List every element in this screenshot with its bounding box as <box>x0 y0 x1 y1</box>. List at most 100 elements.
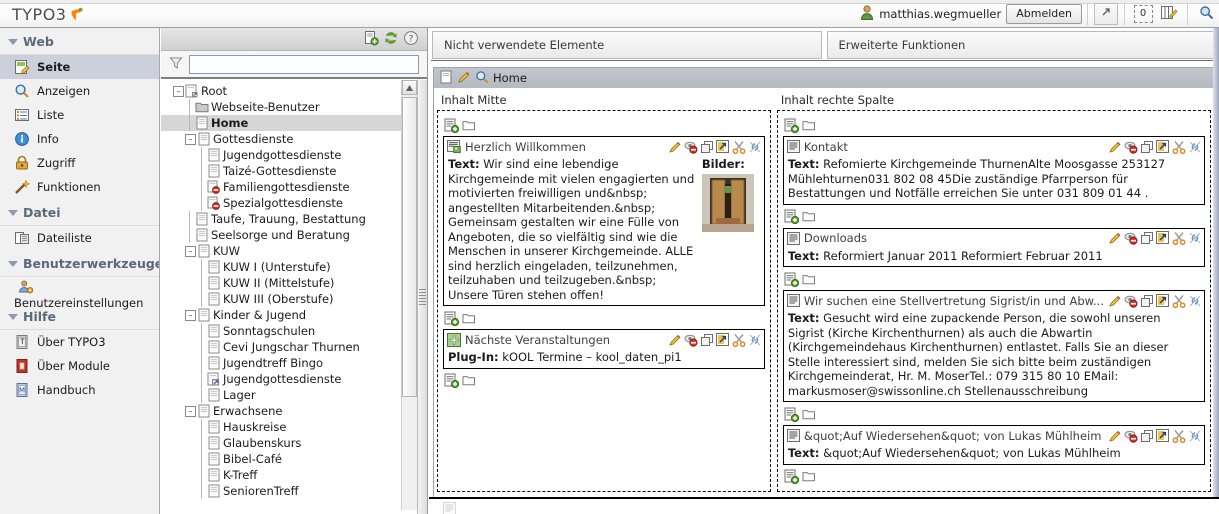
cut-icon[interactable] <box>732 140 746 154</box>
page-tree-node[interactable]: Taufe, Trauung, Bestattung <box>161 211 427 227</box>
new-content-element-icon[interactable] <box>784 272 799 287</box>
hide-icon[interactable] <box>1124 231 1138 245</box>
page-tree-node[interactable]: Taizé-Gottesdienste <box>161 163 427 179</box>
hide-icon[interactable] <box>684 140 698 154</box>
module-group-datei[interactable]: Datei <box>0 199 159 226</box>
page-tree-node[interactable]: Sonntagschulen <box>161 323 427 339</box>
folder-paste-icon[interactable] <box>462 374 476 387</box>
hide-icon[interactable] <box>684 333 698 347</box>
pencil-icon[interactable] <box>668 140 682 154</box>
new-content-element-icon[interactable] <box>784 469 799 484</box>
unlink-icon[interactable] <box>1188 231 1202 245</box>
move-icon[interactable] <box>1156 231 1170 245</box>
move-icon[interactable] <box>1156 428 1170 443</box>
copy-icon[interactable] <box>1140 294 1154 308</box>
page-tree-node[interactable]: Glaubenskurs <box>161 435 427 451</box>
hide-icon[interactable] <box>1124 294 1138 308</box>
move-icon[interactable] <box>715 139 730 154</box>
copy-icon[interactable] <box>700 333 714 347</box>
page-tree-node[interactable]: – Erwachsene <box>161 403 427 419</box>
copy-icon[interactable] <box>1140 231 1154 245</box>
sidebar-item-benutzereinstellungen[interactable]: Benutzereinstellungen <box>0 277 159 310</box>
unlink-icon[interactable] <box>1188 294 1202 308</box>
logout-button[interactable]: Abmelden <box>1006 3 1082 24</box>
page-tree-scrollbar[interactable] <box>401 80 417 510</box>
hide-icon[interactable] <box>1124 140 1138 154</box>
cut-icon[interactable] <box>1172 429 1186 443</box>
page-tree-node[interactable]: KUW III (Oberstufe) <box>161 291 427 307</box>
page-tree-node[interactable]: KUW II (Mittelstufe) <box>161 275 427 291</box>
page-tree-node[interactable]: Seelsorge und Beratung <box>161 227 427 243</box>
cut-icon[interactable] <box>1172 140 1186 154</box>
folder-paste-icon[interactable] <box>462 312 476 325</box>
sidebar-item-handbuch[interactable]: M Handbuch <box>0 378 159 402</box>
new-page-icon[interactable] <box>363 30 379 49</box>
new-content-element-icon[interactable] <box>444 311 459 326</box>
pencil-icon[interactable] <box>1108 231 1122 245</box>
page-tree-node[interactable]: Hauskreise <box>161 419 427 435</box>
pencil-icon[interactable] <box>1108 294 1122 308</box>
page-tree-node[interactable]: SeniorenTreff <box>161 483 427 499</box>
unlink-icon[interactable] <box>748 333 762 347</box>
page-tree-node[interactable]: Jugendtreff Bingo <box>161 355 427 371</box>
tree-collapse-toggle[interactable]: – <box>185 133 196 145</box>
folder-paste-icon[interactable] <box>462 119 476 132</box>
pencil-icon[interactable] <box>668 333 682 347</box>
sidebar-item-funktionen[interactable]: Funktionen <box>0 175 159 199</box>
pencil-icon[interactable] <box>457 70 471 87</box>
content-element[interactable]: Kontakt Text: Refomierte Kirchgemeinde Th… <box>782 136 1205 205</box>
content-element[interactable]: Nächste Veranstaltungen Plug-In: kOOL Ter… <box>443 329 765 369</box>
page-tree-resize-handle[interactable] <box>417 80 427 514</box>
unlink-icon[interactable] <box>1188 429 1202 443</box>
new-content-element-icon[interactable] <box>784 118 799 133</box>
page-tree-node[interactable]: – Gottesdienste <box>161 131 427 147</box>
cut-icon[interactable] <box>1172 231 1186 245</box>
copy-icon[interactable] <box>700 140 714 154</box>
unlink-icon[interactable] <box>748 140 762 154</box>
help-icon[interactable]: ? <box>403 30 419 49</box>
cut-icon[interactable] <box>1172 294 1186 308</box>
page-tree-node[interactable]: Spezialgottesdienste <box>161 195 427 211</box>
copy-icon[interactable] <box>1140 140 1154 154</box>
sidebar-item-liste[interactable]: Liste <box>0 103 159 127</box>
clipboard-count-box[interactable]: 0 <box>1132 4 1154 24</box>
clipboard-edit-button[interactable] <box>1158 4 1180 24</box>
page-tree-node[interactable]: K-Treff <box>161 467 427 483</box>
content-element[interactable]: &quot;Auf Wiedersehen&quot; von Lukas Mü… <box>782 425 1205 465</box>
hide-icon[interactable] <box>1124 429 1138 443</box>
sidebar-item-zugriff[interactable]: Zugriff <box>0 151 159 175</box>
tab-erweiterte-funktionen[interactable]: Erweiterte Funktionen <box>826 31 1216 59</box>
search-icon[interactable] <box>475 70 489 87</box>
pencil-icon[interactable] <box>1108 140 1122 154</box>
new-content-element-icon[interactable] <box>444 118 459 133</box>
sidebar-item-info[interactable]: Info <box>0 127 159 151</box>
tree-collapse-toggle[interactable]: – <box>185 245 196 257</box>
folder-paste-icon[interactable] <box>802 470 816 483</box>
module-group-benutzerwerkzeuge[interactable]: Benutzerwerkzeuge <box>0 250 159 277</box>
module-group-web[interactable]: Web <box>0 28 159 55</box>
scroll-up-icon[interactable] <box>402 80 417 95</box>
copy-icon[interactable] <box>1140 429 1154 443</box>
page-tree-filter-input[interactable] <box>189 54 419 74</box>
page-tree-node[interactable]: Webseite-Benutzer <box>161 99 427 115</box>
sidebar-item-ueber-module[interactable]: Über Module <box>0 354 159 378</box>
page-tree-node[interactable]: – Kinder & Jugend <box>161 307 427 323</box>
pencil-icon[interactable] <box>1108 429 1122 443</box>
new-content-element-icon[interactable] <box>444 373 459 388</box>
scrollbar-thumb[interactable] <box>402 97 417 397</box>
tree-collapse-toggle[interactable]: – <box>173 85 184 97</box>
new-content-element-icon[interactable] <box>784 209 799 224</box>
page-tree-node[interactable]: KUW I (Unterstufe) <box>161 259 427 275</box>
folder-paste-icon[interactable] <box>802 408 816 421</box>
sidebar-item-ueber-typo3[interactable]: Über TYPO3 <box>0 330 159 354</box>
page-tree-node[interactable]: Jugendgottesdienste <box>161 147 427 163</box>
move-icon[interactable] <box>1156 293 1170 308</box>
folder-paste-icon[interactable] <box>802 273 816 286</box>
page-tree-node[interactable]: Home <box>161 115 427 131</box>
shortcut-button[interactable] <box>1094 2 1118 25</box>
content-element[interactable]: Downloads Text: Reformiert Januar 2011 Re… <box>782 227 1205 267</box>
content-element[interactable]: Wir suchen eine Stellvertretung Sigrist/… <box>782 290 1205 402</box>
tree-collapse-toggle[interactable]: – <box>185 309 196 321</box>
folder-paste-icon[interactable] <box>802 119 816 132</box>
page-tree-node[interactable]: Familiengottesdienste <box>161 179 427 195</box>
